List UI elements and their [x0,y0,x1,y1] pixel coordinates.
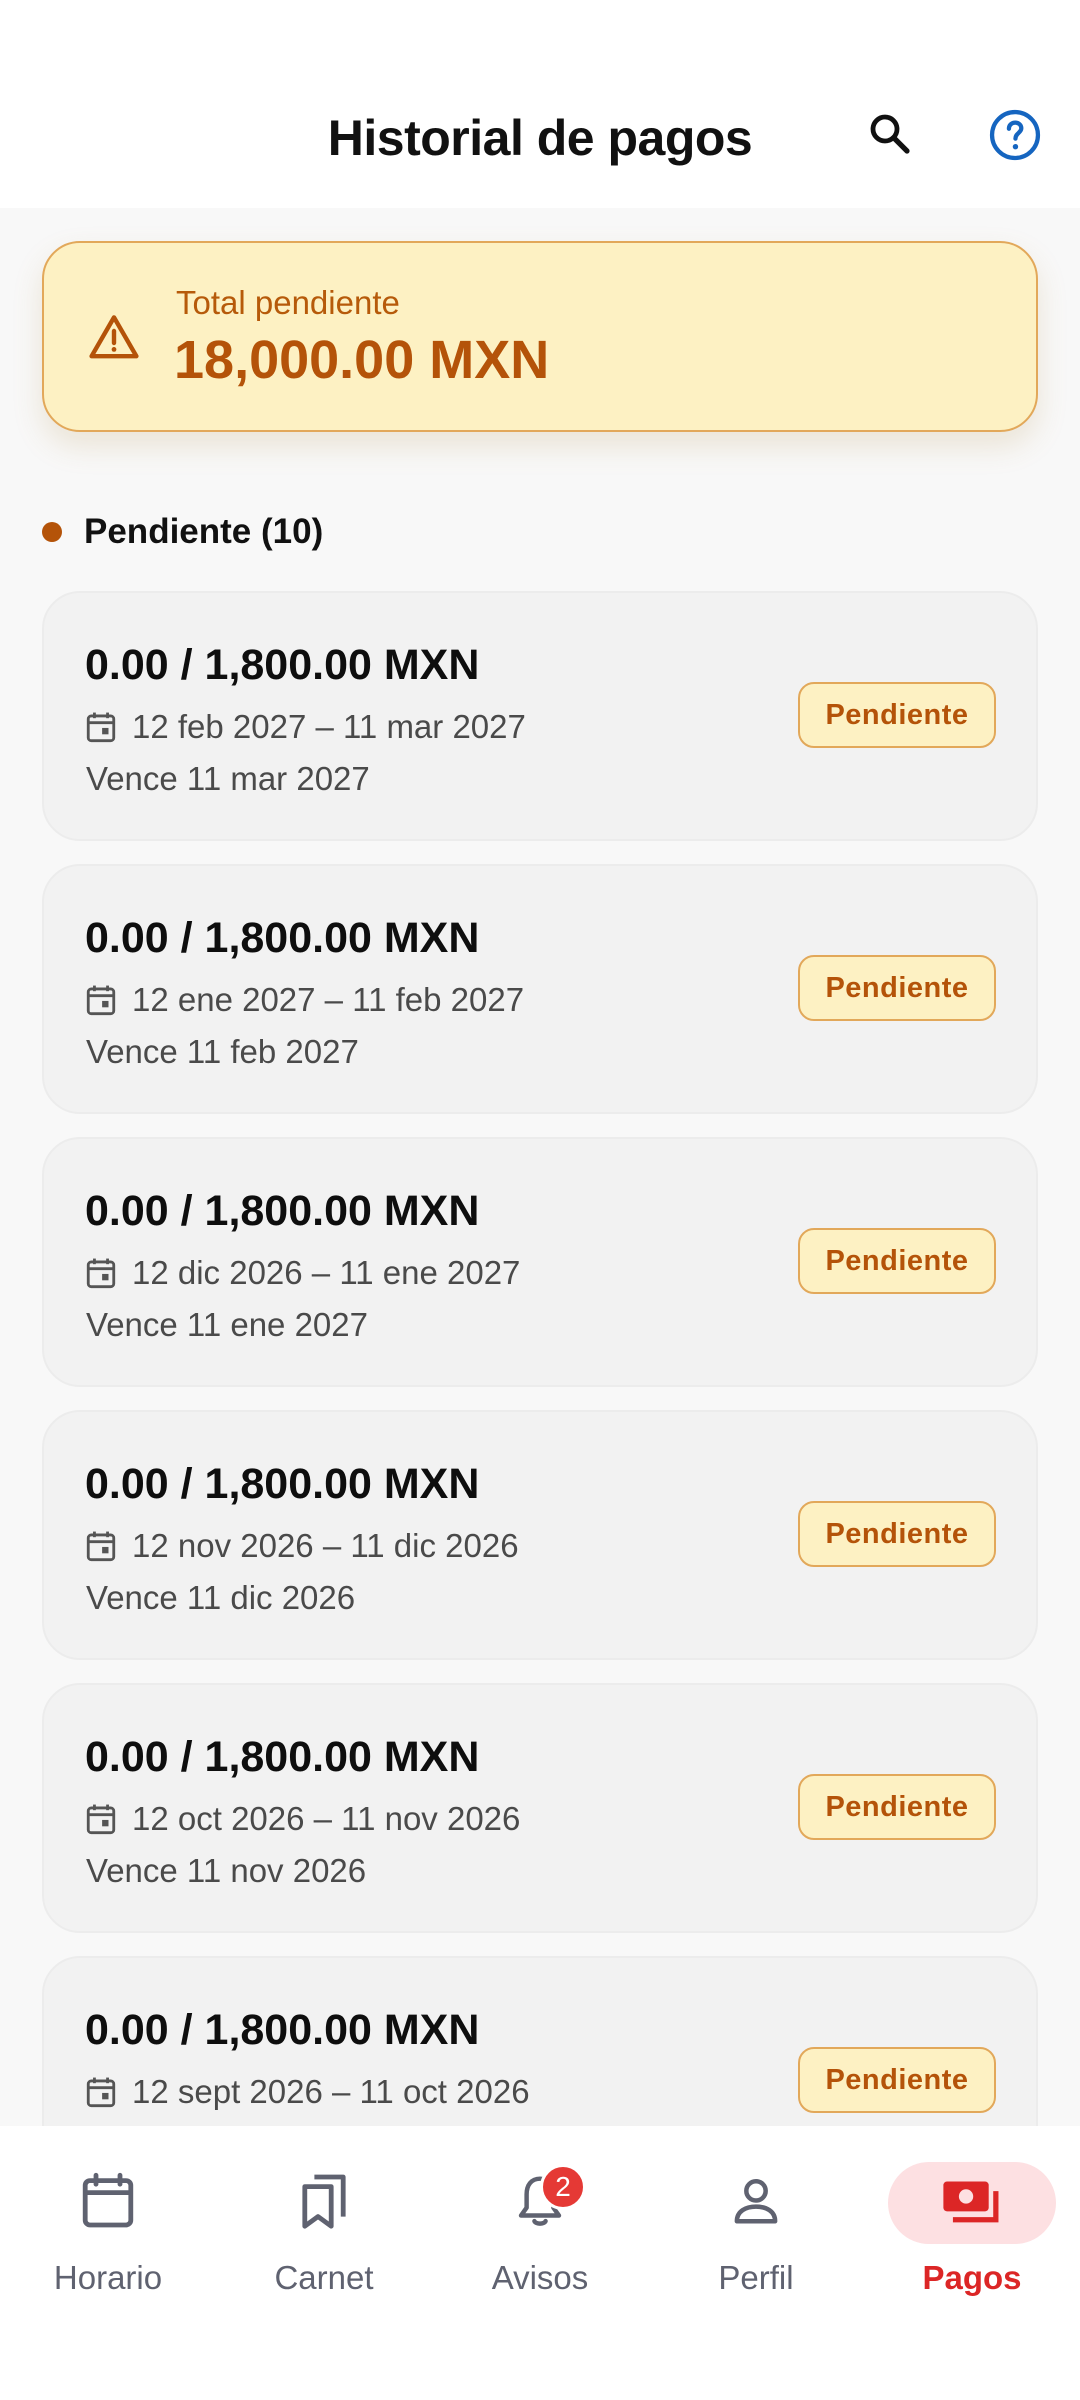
payment-card[interactable]: 0.00 / 1,800.00 MXN 12 oct 2026 – 11 nov… [42,1683,1038,1933]
payment-period: 12 sept 2026 – 11 oct 2026 [86,2072,530,2112]
section-status-dot [42,522,62,542]
person-icon [734,2178,778,2224]
calendar-icon [82,2172,134,2228]
payment-card[interactable]: 0.00 / 1,800.00 MXN 12 nov 2026 – 11 dic… [42,1410,1038,1660]
status-badge: Pendiente [798,2047,996,2113]
nav-item-pagos[interactable]: Pagos [864,2126,1080,2326]
payment-amount: 0.00 / 1,800.00 MXN [85,1460,480,1508]
status-badge: Pendiente [798,1774,996,1840]
pending-total-card: Total pendiente 18,000.00 MXN [42,241,1038,432]
nav-label: Pagos [922,2259,1022,2296]
status-badge: Pendiente [798,1228,996,1294]
payment-period: 12 ene 2027 – 11 feb 2027 [86,980,524,1020]
payment-amount: 0.00 / 1,800.00 MXN [85,641,480,689]
payment-period: 12 oct 2026 – 11 nov 2026 [86,1799,520,1839]
payments-icon [943,2181,999,2223]
payment-period: 12 dic 2026 – 11 ene 2027 [86,1253,520,1293]
notification-count-badge: 2 [540,2164,586,2210]
nav-icon-container [708,2166,804,2236]
nav-icon-container [60,2166,156,2236]
payment-card[interactable]: 0.00 / 1,800.00 MXN 12 sept 2026 – 11 oc… [42,1956,1038,2126]
nav-item-carnet[interactable]: Carnet [216,2126,432,2326]
payment-amount: 0.00 / 1,800.00 MXN [85,914,480,962]
nav-label: Horario [53,2259,163,2296]
search-icon [870,114,910,154]
nav-label: Avisos [491,2259,589,2296]
search-button[interactable] [860,104,920,164]
payment-due-date: Vence 11 nov 2026 [86,1852,367,1889]
status-badge: Pendiente [798,955,996,1021]
pending-total-label: Total pendiente [176,284,400,321]
nav-label: Carnet [274,2259,374,2296]
pending-total-amount: 18,000.00 MXN [174,330,550,390]
status-badge: Pendiente [798,1501,996,1567]
payment-period-text: 12 oct 2026 – 11 nov 2026 [132,1800,521,1837]
calendar-icon [86,985,116,1016]
nav-item-avisos[interactable]: Avisos [432,2126,648,2326]
calendar-icon [86,712,116,743]
payment-card[interactable]: 0.00 / 1,800.00 MXN 12 feb 2027 – 11 mar… [42,591,1038,841]
warning-triangle-icon [89,315,139,359]
nav-icon-container [888,2162,1056,2244]
calendar-icon [86,2077,116,2108]
payment-period-text: 12 nov 2026 – 11 dic 2026 [132,1527,519,1564]
payment-due-date: Vence 11 feb 2027 [86,1033,359,1070]
nav-label: Perfil [718,2259,794,2296]
calendar-icon [86,1804,116,1835]
calendar-icon [86,1258,116,1289]
payment-period: 12 nov 2026 – 11 dic 2026 [86,1526,519,1566]
nav-item-perfil[interactable]: Perfil [648,2126,864,2326]
payment-amount: 0.00 / 1,800.00 MXN [85,2006,480,2054]
bookmarks-icon [302,2174,346,2229]
payment-card[interactable]: 0.00 / 1,800.00 MXN 12 ene 2027 – 11 feb… [42,864,1038,1114]
app-root: Historial de pagos Total pendiente 18,00… [0,0,1080,2400]
payment-period: 12 feb 2027 – 11 mar 2027 [86,707,526,747]
payment-due-date: Vence 11 mar 2027 [86,760,370,797]
status-badge: Pendiente [798,682,996,748]
payment-due-date: Vence 11 dic 2026 [86,1579,356,1616]
payment-amount: 0.00 / 1,800.00 MXN [85,1733,480,1781]
nav-item-horario[interactable]: Horario [0,2126,216,2326]
payment-period-text: 12 feb 2027 – 11 mar 2027 [132,708,526,745]
bottom-navigation: Horario Carnet Avisos Perfil Pagos [0,2126,1080,2400]
payment-period-text: 12 dic 2026 – 11 ene 2027 [132,1254,521,1291]
payment-amount: 0.00 / 1,800.00 MXN [85,1187,480,1235]
payment-period-text: 12 sept 2026 – 11 oct 2026 [132,2073,530,2110]
help-circle-icon [989,109,1041,161]
section-title: Pendiente (10) [84,512,324,551]
nav-icon-container [276,2166,372,2236]
top-app-bar: Historial de pagos [0,0,1080,208]
payment-list[interactable]: 0.00 / 1,800.00 MXN 12 feb 2027 – 11 mar… [42,591,1038,2126]
payment-card[interactable]: 0.00 / 1,800.00 MXN 12 dic 2026 – 11 ene… [42,1137,1038,1387]
calendar-icon [86,1531,116,1562]
payment-due-date: Vence 11 ene 2027 [86,1306,368,1343]
help-button[interactable] [984,104,1046,166]
payment-period-text: 12 ene 2027 – 11 feb 2027 [132,981,525,1018]
